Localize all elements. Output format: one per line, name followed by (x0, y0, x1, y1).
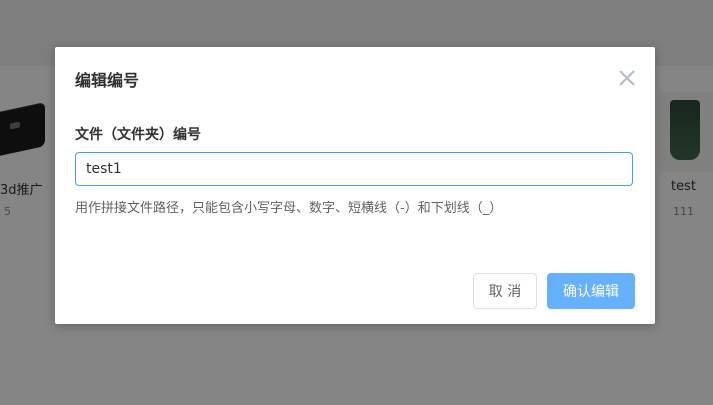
close-button[interactable] (617, 68, 637, 88)
confirm-edit-button[interactable]: 确认编辑 (547, 273, 635, 309)
dialog-title: 编辑编号 (75, 71, 140, 90)
edit-number-dialog: 编辑编号 文件（文件夹）编号 用作拼接文件路径，只能包含小写字母、数字、短横线（… (55, 47, 655, 324)
number-field-hint: 用作拼接文件路径，只能包含小写字母、数字、短横线（-）和下划线（_） (75, 201, 503, 216)
number-field-label: 文件（文件夹）编号 (75, 127, 201, 143)
number-input[interactable] (75, 152, 633, 186)
cancel-button[interactable]: 取 消 (473, 273, 537, 309)
close-icon (619, 70, 635, 86)
